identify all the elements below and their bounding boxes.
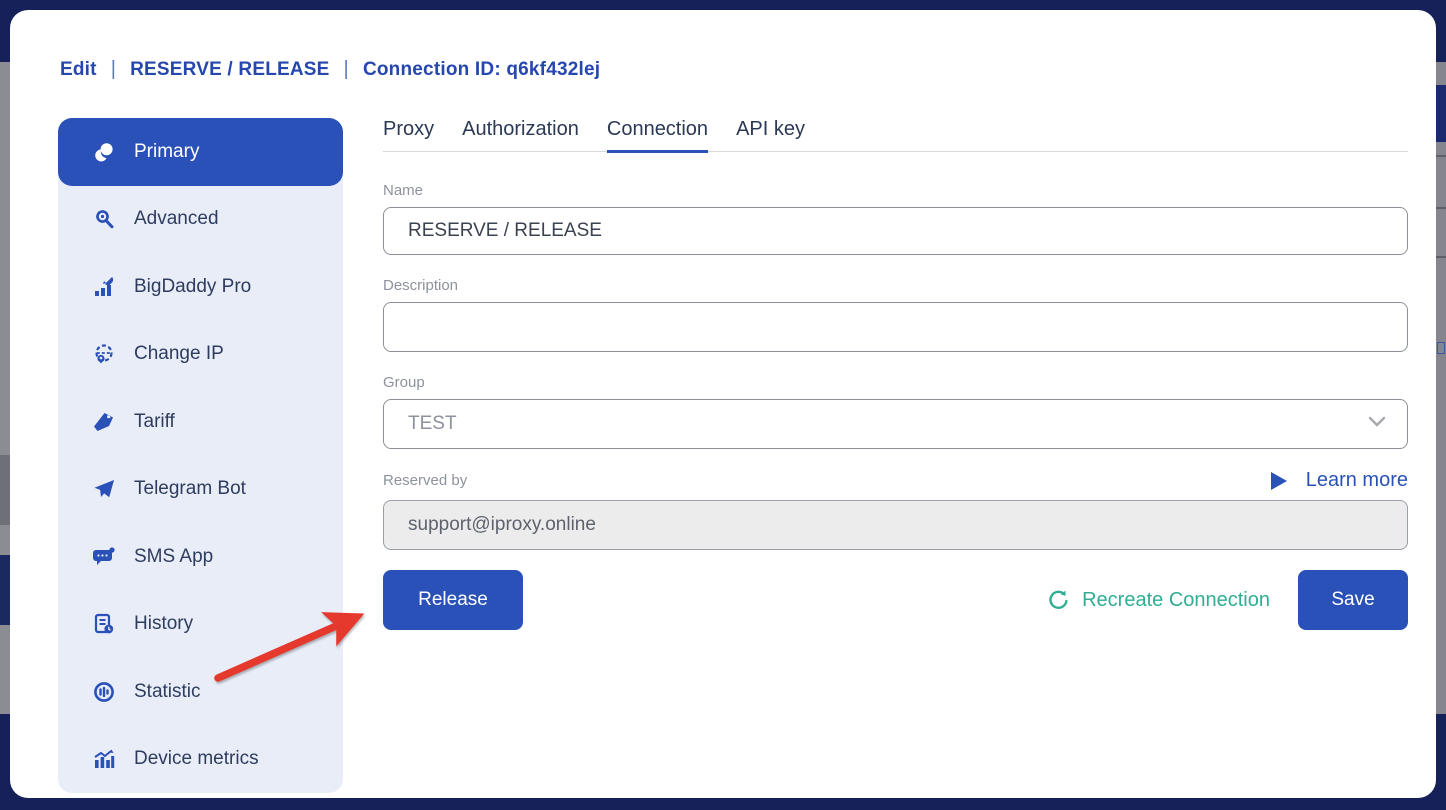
sidebar-item-label: Change IP [134, 343, 224, 365]
separator: | [111, 58, 116, 81]
connection-title: RESERVE / RELEASE [130, 59, 329, 81]
backdrop-fragment [1436, 155, 1446, 157]
save-button[interactable]: Save [1298, 570, 1408, 630]
backdrop-qr-fragment [1436, 85, 1446, 142]
sidebar-item-label: Advanced [134, 208, 219, 230]
tab-api-key[interactable]: API key [736, 118, 805, 153]
search-gear-icon [91, 206, 117, 232]
chat-bubble-icon [91, 544, 117, 570]
tab-connection[interactable]: Connection [607, 118, 708, 153]
release-button[interactable]: Release [383, 570, 523, 630]
sidebar-item-sms-app[interactable]: SMS App [58, 523, 343, 591]
name-label: Name [383, 182, 1408, 199]
sidebar-item-label: Telegram Bot [134, 478, 246, 500]
price-tag-icon [91, 409, 117, 435]
backdrop-fragment [1436, 62, 1446, 714]
sidebar-item-device-metrics[interactable]: Device metrics [58, 726, 343, 794]
users-icon [91, 139, 117, 165]
chevron-down-icon [1368, 416, 1386, 428]
edit-label: Edit [60, 59, 97, 81]
sidebar-item-label: History [134, 613, 193, 635]
sidebar-item-label: Device metrics [134, 748, 259, 770]
globe-pin-icon [91, 341, 117, 367]
modal-header: Edit | RESERVE / RELEASE | Connection ID… [60, 58, 600, 81]
play-icon [1270, 471, 1288, 491]
recreate-connection-button[interactable]: Recreate Connection [1046, 588, 1270, 612]
description-label: Description [383, 277, 1408, 294]
sidebar-item-history[interactable]: History [58, 591, 343, 659]
sidebar-item-advanced[interactable]: Advanced [58, 186, 343, 254]
sidebar-item-label: SMS App [134, 546, 213, 568]
backdrop-fragment [1437, 342, 1445, 354]
edit-connection-modal: Edit | RESERVE / RELEASE | Connection ID… [10, 10, 1436, 798]
modal-sidebar: Primary Advanced BigDaddy Pro [58, 118, 343, 793]
document-clock-icon [91, 611, 117, 637]
learn-more-link[interactable]: Learn more [1270, 469, 1408, 492]
sidebar-item-tariff[interactable]: Tariff [58, 388, 343, 456]
sidebar-item-change-ip[interactable]: Change IP [58, 321, 343, 389]
description-input[interactable] [383, 302, 1408, 352]
sidebar-item-primary[interactable]: Primary [58, 118, 343, 186]
sidebar-item-bigdaddy-pro[interactable]: BigDaddy Pro [58, 253, 343, 321]
group-select[interactable]: TEST [383, 399, 1408, 449]
reserved-by-label: Reserved by [383, 472, 467, 489]
backdrop-fragment [1436, 207, 1446, 209]
recreate-connection-label: Recreate Connection [1082, 589, 1270, 612]
reserved-by-input [383, 500, 1408, 550]
name-input[interactable] [383, 207, 1408, 255]
sidebar-item-label: Tariff [134, 411, 175, 433]
rocket-chart-icon [91, 274, 117, 300]
bar-chart-icon [91, 746, 117, 772]
sidebar-item-label: BigDaddy Pro [134, 276, 251, 298]
learn-more-label: Learn more [1306, 469, 1408, 492]
tab-authorization[interactable]: Authorization [462, 118, 579, 153]
separator: | [344, 58, 349, 81]
sidebar-item-label: Primary [134, 141, 199, 163]
connection-id: Connection ID: q6kf432lej [363, 59, 600, 81]
sidebar-item-label: Statistic [134, 681, 201, 703]
telegram-icon [91, 476, 117, 502]
group-selected-value: TEST [408, 413, 457, 435]
tab-bar: Proxy Authorization Connection API key [383, 118, 1408, 152]
tab-proxy[interactable]: Proxy [383, 118, 434, 153]
sidebar-item-statistic[interactable]: Statistic [58, 658, 343, 726]
group-label: Group [383, 374, 1408, 391]
refresh-icon [1046, 588, 1070, 612]
sidebar-item-telegram-bot[interactable]: Telegram Bot [58, 456, 343, 524]
donut-chart-icon [91, 679, 117, 705]
modal-content: Proxy Authorization Connection API key N… [383, 118, 1408, 630]
backdrop-fragment [1436, 256, 1446, 258]
